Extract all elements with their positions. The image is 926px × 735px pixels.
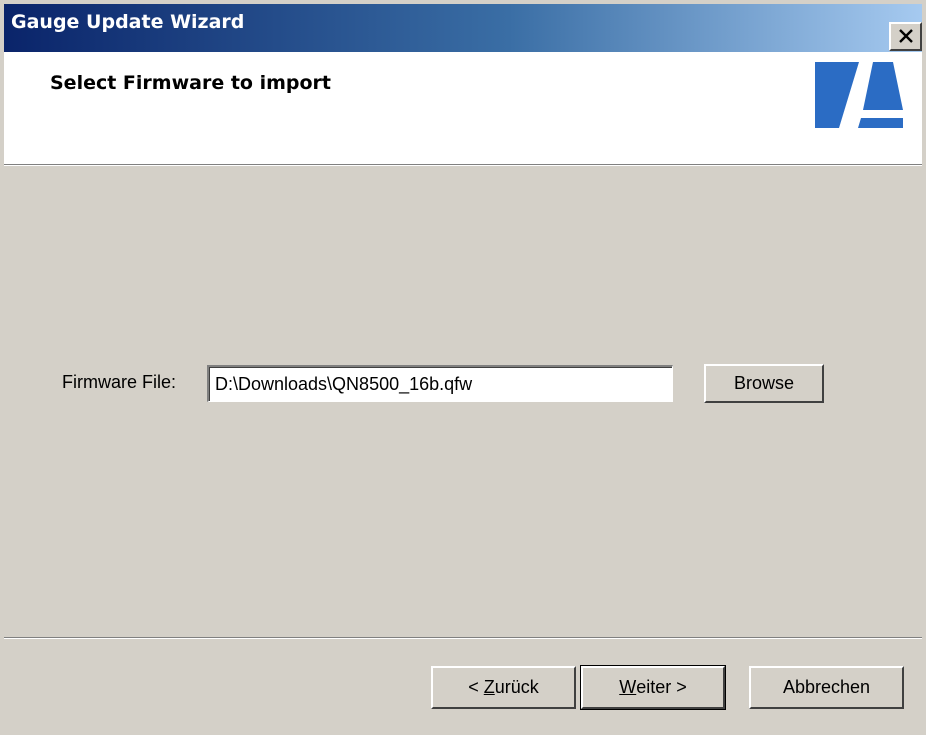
page-title: Select Firmware to import xyxy=(50,72,332,94)
next-label-rest: eiter > xyxy=(636,677,687,697)
back-button[interactable]: < Zurück xyxy=(431,666,576,709)
close-x-icon xyxy=(899,29,913,43)
browse-button[interactable]: Browse xyxy=(704,364,824,403)
back-label-rest: urück xyxy=(494,677,539,697)
wizard-window: Gauge Update Wizard Select Firmware to i… xyxy=(0,0,926,735)
header-divider xyxy=(4,164,922,166)
brand-logo-icon xyxy=(815,62,903,128)
title-bar[interactable]: Gauge Update Wizard xyxy=(4,4,922,52)
close-button[interactable] xyxy=(889,22,922,51)
back-prefix: < xyxy=(468,677,484,697)
wizard-header: Select Firmware to import xyxy=(4,52,922,164)
back-accelerator: Z xyxy=(483,677,495,697)
footer-divider xyxy=(4,637,922,639)
cancel-button[interactable]: Abbrechen xyxy=(749,666,904,709)
next-button[interactable]: Weiter > xyxy=(580,665,726,710)
firmware-file-label: Firmware File: xyxy=(62,372,177,392)
window-title: Gauge Update Wizard xyxy=(11,11,245,33)
next-accelerator: W xyxy=(619,677,637,697)
firmware-file-input[interactable] xyxy=(207,365,673,402)
